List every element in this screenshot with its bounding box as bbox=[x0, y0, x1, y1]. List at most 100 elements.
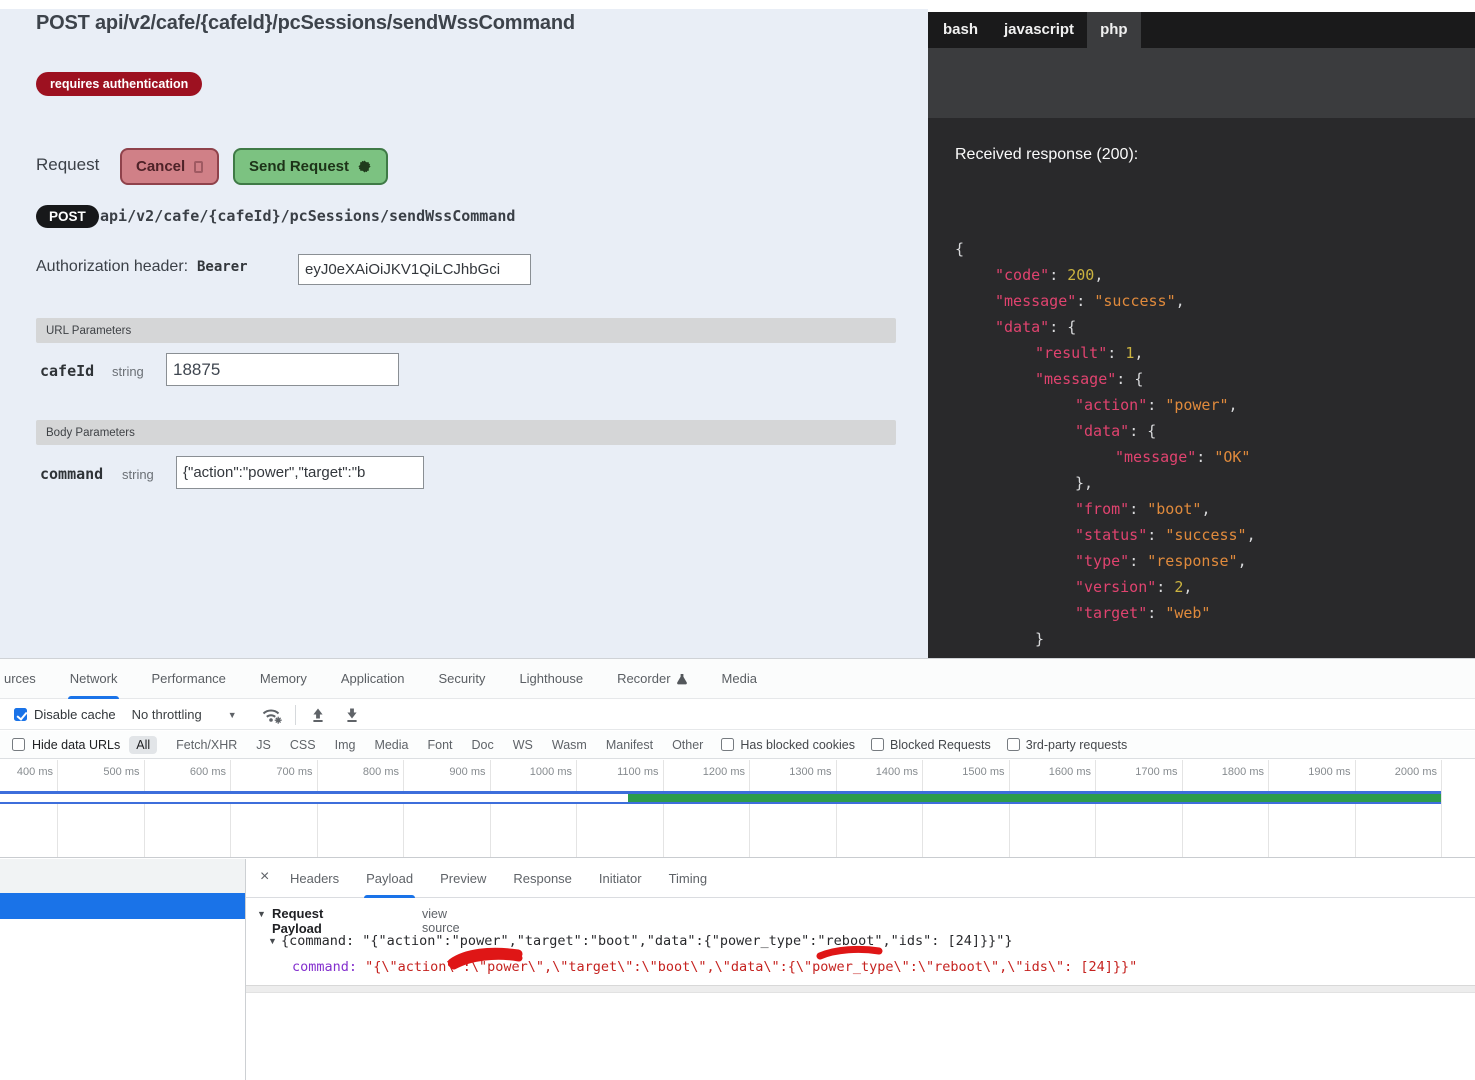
timeline-gridline bbox=[490, 760, 491, 857]
payload-parsed-line: {command: "{"action":"power","target":"b… bbox=[281, 933, 1013, 949]
devtools-tab-application[interactable]: Application bbox=[339, 659, 407, 699]
code-tab-php[interactable]: php bbox=[1087, 12, 1141, 48]
filter-checkbox-group: Has blocked cookies Blocked Requests 3rd-p… bbox=[721, 738, 1127, 752]
response-area: Received response (200): {"code": 200,"m… bbox=[928, 118, 1475, 658]
filter-type-all[interactable]: All bbox=[129, 736, 157, 754]
starburst-icon bbox=[357, 159, 372, 174]
filter-type-fetch-xhr[interactable]: Fetch/XHR bbox=[176, 738, 237, 752]
filter-type-font[interactable]: Font bbox=[427, 738, 452, 752]
flask-icon bbox=[676, 673, 688, 685]
request-details-tabbar: × Headers Payload Preview Response Initiator… bbox=[246, 859, 1475, 898]
checkbox-icon[interactable] bbox=[721, 738, 734, 751]
code-tabs: bashjavascriptphp bbox=[928, 12, 1475, 48]
timeline-gridline bbox=[922, 760, 923, 857]
timeline-gridline bbox=[663, 760, 664, 857]
filter-checkbox-has-blocked-cookies[interactable]: Has blocked cookies bbox=[721, 738, 855, 752]
checkbox-icon[interactable] bbox=[871, 738, 884, 751]
timeline-gridline bbox=[403, 760, 404, 857]
payload-line1-collapse-icon[interactable]: ▼ bbox=[268, 936, 277, 946]
payload-collapse-icon[interactable]: ▼ bbox=[257, 909, 266, 919]
devtools-tab-memory[interactable]: Memory bbox=[258, 659, 309, 699]
filter-type-other[interactable]: Other bbox=[672, 738, 703, 752]
payload-section-title: Request Payload bbox=[272, 906, 323, 936]
selected-request-row[interactable] bbox=[0, 893, 245, 919]
timeline-gridline bbox=[317, 760, 318, 857]
waterfall-overview-bar bbox=[0, 791, 1441, 804]
timeline-gridline bbox=[1441, 760, 1442, 857]
cafeid-param-type: string bbox=[112, 364, 144, 379]
devtools-tab-network[interactable]: Network bbox=[68, 659, 120, 699]
devtools-tab-lighthouse[interactable]: Lighthouse bbox=[517, 659, 585, 699]
devtools-tab-media[interactable]: Media bbox=[720, 659, 759, 699]
throttling-select[interactable]: No throttling bbox=[132, 707, 202, 722]
overview-blue-line-bottom bbox=[0, 802, 1441, 805]
request-label: Request bbox=[36, 155, 99, 175]
devtools-tab-recorder[interactable]: Recorder bbox=[615, 659, 689, 699]
devtools-tab-urces[interactable]: urces bbox=[2, 659, 38, 699]
timeline-gridline bbox=[57, 760, 58, 857]
filter-type-js[interactable]: JS bbox=[256, 738, 271, 752]
details-tab-initiator[interactable]: Initiator bbox=[599, 859, 642, 898]
auth-token-input[interactable] bbox=[298, 254, 531, 285]
body-parameters-section-header: Body Parameters bbox=[36, 420, 896, 445]
filter-type-img[interactable]: Img bbox=[335, 738, 356, 752]
send-request-button[interactable]: Send Request bbox=[233, 148, 388, 185]
auth-header-label: Authorization header: bbox=[36, 258, 188, 276]
code-tab-bash[interactable]: bash bbox=[930, 12, 991, 48]
checkbox-icon[interactable] bbox=[1007, 738, 1020, 751]
import-har-icon[interactable] bbox=[310, 707, 326, 723]
send-request-label: Send Request bbox=[249, 158, 349, 175]
command-param-name: command bbox=[40, 465, 103, 483]
details-tab-headers[interactable]: Headers bbox=[290, 859, 339, 898]
code-example-area bbox=[928, 48, 1475, 118]
command-input[interactable] bbox=[176, 456, 424, 489]
view-source-link[interactable]: view source bbox=[422, 907, 460, 935]
timeline-gridline bbox=[749, 760, 750, 857]
bearer-label: Bearer bbox=[197, 259, 248, 275]
export-har-icon[interactable] bbox=[344, 707, 360, 723]
request-details-tabs: Headers Payload Preview Response Initiator Ti… bbox=[290, 859, 707, 898]
timeline-gridline bbox=[1095, 760, 1096, 857]
devtools-tabs: urces Network Performance Memory Application… bbox=[0, 659, 1475, 699]
devtools-tab-security[interactable]: Security bbox=[436, 659, 487, 699]
response-json: {"code": 200,"message": "success","data"… bbox=[955, 236, 1256, 658]
timeline-gridline bbox=[230, 760, 231, 857]
requires-auth-badge: requires authentication bbox=[36, 72, 202, 96]
overview-blue-line-top bbox=[0, 791, 1441, 794]
http-method-badge: POST bbox=[36, 205, 99, 228]
hide-data-urls-checkbox[interactable] bbox=[12, 738, 25, 751]
filter-type-media[interactable]: Media bbox=[374, 738, 408, 752]
cancel-button[interactable]: Cancel bbox=[120, 148, 219, 185]
cafeid-input[interactable] bbox=[166, 353, 399, 386]
filter-checkbox-blocked-requests[interactable]: Blocked Requests bbox=[871, 738, 991, 752]
page-title: POST api/v2/cafe/{cafeId}/pcSessions/sen… bbox=[36, 12, 575, 35]
endpoint-path: api/v2/cafe/{cafeId}/pcSessions/sendWssC… bbox=[100, 207, 515, 225]
timeline-gridline bbox=[576, 760, 577, 857]
filter-type-wasm[interactable]: Wasm bbox=[552, 738, 587, 752]
timeline-gridline bbox=[1009, 760, 1010, 857]
cancel-button-label: Cancel bbox=[136, 158, 185, 175]
toolbar-divider bbox=[295, 705, 296, 725]
cafeid-param-name: cafeId bbox=[40, 362, 94, 380]
filter-checkbox-3rd-party-requests[interactable]: 3rd-party requests bbox=[1007, 738, 1127, 752]
throttling-dropdown-icon[interactable]: ▼ bbox=[228, 710, 237, 720]
screenshot-root: POST api/v2/cafe/{cafeId}/pcSessions/sen… bbox=[0, 0, 1475, 1080]
filter-type-manifest[interactable]: Manifest bbox=[606, 738, 653, 752]
network-conditions-icon[interactable] bbox=[261, 705, 283, 725]
close-icon[interactable]: × bbox=[260, 868, 269, 886]
filter-type-ws[interactable]: WS bbox=[513, 738, 533, 752]
timeline-gridline bbox=[836, 760, 837, 857]
cancel-spinner-icon bbox=[194, 161, 203, 173]
disable-cache-checkbox[interactable] bbox=[14, 708, 27, 721]
code-tab-javascript[interactable]: javascript bbox=[991, 12, 1087, 48]
filter-type-doc[interactable]: Doc bbox=[472, 738, 494, 752]
devtools-tab-performance[interactable]: Performance bbox=[149, 659, 227, 699]
timeline-gridline bbox=[1182, 760, 1183, 857]
details-tab-preview[interactable]: Preview bbox=[440, 859, 486, 898]
details-tab-response[interactable]: Response bbox=[513, 859, 572, 898]
details-tab-payload[interactable]: Payload bbox=[366, 859, 413, 898]
details-tab-timing[interactable]: Timing bbox=[669, 859, 708, 898]
filter-type-css[interactable]: CSS bbox=[290, 738, 316, 752]
api-docs-panel: POST api/v2/cafe/{cafeId}/pcSessions/sen… bbox=[0, 9, 928, 658]
timeline-gridline bbox=[1268, 760, 1269, 857]
